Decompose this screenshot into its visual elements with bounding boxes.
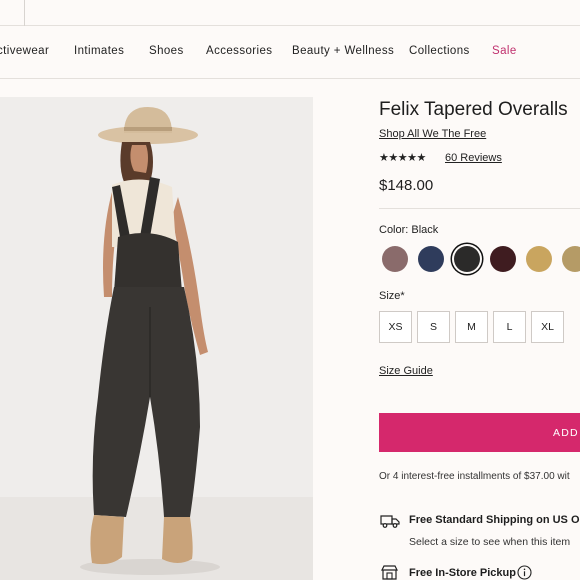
color-label: Color: Black — [379, 224, 439, 236]
reviews-link[interactable]: 60 Reviews — [445, 152, 502, 164]
top-bar-divider — [24, 0, 25, 26]
swatch-navy[interactable] — [418, 246, 444, 272]
nav-item-collections[interactable]: Collections — [409, 45, 470, 57]
product-title: Felix Tapered Overalls — [379, 99, 568, 120]
swatch-khaki[interactable] — [562, 246, 580, 272]
nav-item-accessories[interactable]: Accessories — [206, 45, 272, 57]
shipping-subtitle: Select a size to see when this item — [409, 536, 571, 548]
nav-item-beauty-wellness[interactable]: Beauty + Wellness — [292, 45, 394, 57]
truck-icon — [380, 515, 400, 528]
rating-stars: ★★★★★ — [379, 152, 426, 164]
nav-item-sale[interactable]: Sale — [492, 45, 517, 57]
pickup-title: Free In-Store Pickup — [409, 567, 516, 579]
product-price: $148.00 — [379, 177, 434, 194]
nav-item-shoes[interactable]: Shoes — [149, 45, 184, 57]
swatch-black[interactable] — [454, 246, 480, 272]
add-to-bag-button[interactable]: ADD — [379, 413, 580, 452]
main-nav: ctivewear Intimates Shoes Accessories Be… — [0, 26, 580, 79]
size-xs-button[interactable]: XS — [379, 311, 412, 343]
swatch-gold[interactable] — [526, 246, 552, 272]
store-icon — [381, 565, 398, 580]
size-guide-link[interactable]: Size Guide — [379, 365, 433, 377]
swatch-mauve[interactable] — [382, 246, 408, 272]
size-s-button[interactable]: S — [417, 311, 450, 343]
top-bar — [0, 0, 580, 26]
size-xl-button[interactable]: XL — [531, 311, 564, 343]
installments-text: Or 4 interest-free installments of $37.0… — [379, 471, 570, 482]
size-l-button[interactable]: L — [493, 311, 526, 343]
add-to-bag-label: ADD — [553, 426, 579, 439]
model-illustration — [0, 97, 313, 580]
product-image[interactable] — [0, 97, 313, 580]
size-m-button[interactable]: M — [455, 311, 488, 343]
divider — [379, 208, 580, 209]
brand-link[interactable]: Shop All We The Free — [379, 128, 486, 140]
info-icon[interactable] — [517, 565, 532, 580]
size-label: Size* — [379, 290, 405, 302]
nav-item-activewear[interactable]: ctivewear — [0, 45, 49, 57]
nav-item-intimates[interactable]: Intimates — [74, 45, 124, 57]
swatch-burgundy[interactable] — [490, 246, 516, 272]
shipping-title: Free Standard Shipping on US Or — [409, 514, 580, 526]
